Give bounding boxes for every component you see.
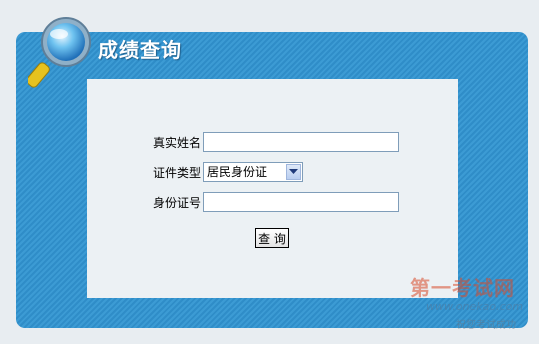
query-button[interactable]: 查 询 bbox=[255, 228, 289, 248]
watermark: 第一考试网 www.onekao.com 祝您考试成功 bbox=[406, 272, 536, 334]
id-type-selected-value: 居民身份证 bbox=[207, 165, 268, 179]
id-type-row: 证件类型 居民身份证 bbox=[87, 161, 458, 185]
id-number-row: 身份证号 bbox=[87, 191, 458, 215]
watermark-url: www.onekao.com bbox=[426, 300, 524, 313]
id-number-label: 身份证号 bbox=[152, 196, 201, 210]
page-title: 成绩查询 bbox=[98, 38, 182, 62]
id-type-select[interactable]: 居民身份证 bbox=[203, 162, 303, 182]
watermark-title: 第一考试网 bbox=[410, 276, 515, 300]
name-row: 真实姓名 bbox=[87, 131, 458, 155]
watermark-slogan: 祝您考试成功 bbox=[456, 320, 516, 331]
name-label: 真实姓名 bbox=[152, 136, 201, 150]
chevron-down-icon[interactable] bbox=[286, 164, 301, 180]
form-area: 真实姓名 证件类型 居民身份证 身份证号 查 询 bbox=[87, 79, 458, 298]
id-type-label: 证件类型 bbox=[152, 166, 201, 180]
real-name-input[interactable] bbox=[203, 132, 399, 152]
id-number-input[interactable] bbox=[203, 192, 399, 212]
